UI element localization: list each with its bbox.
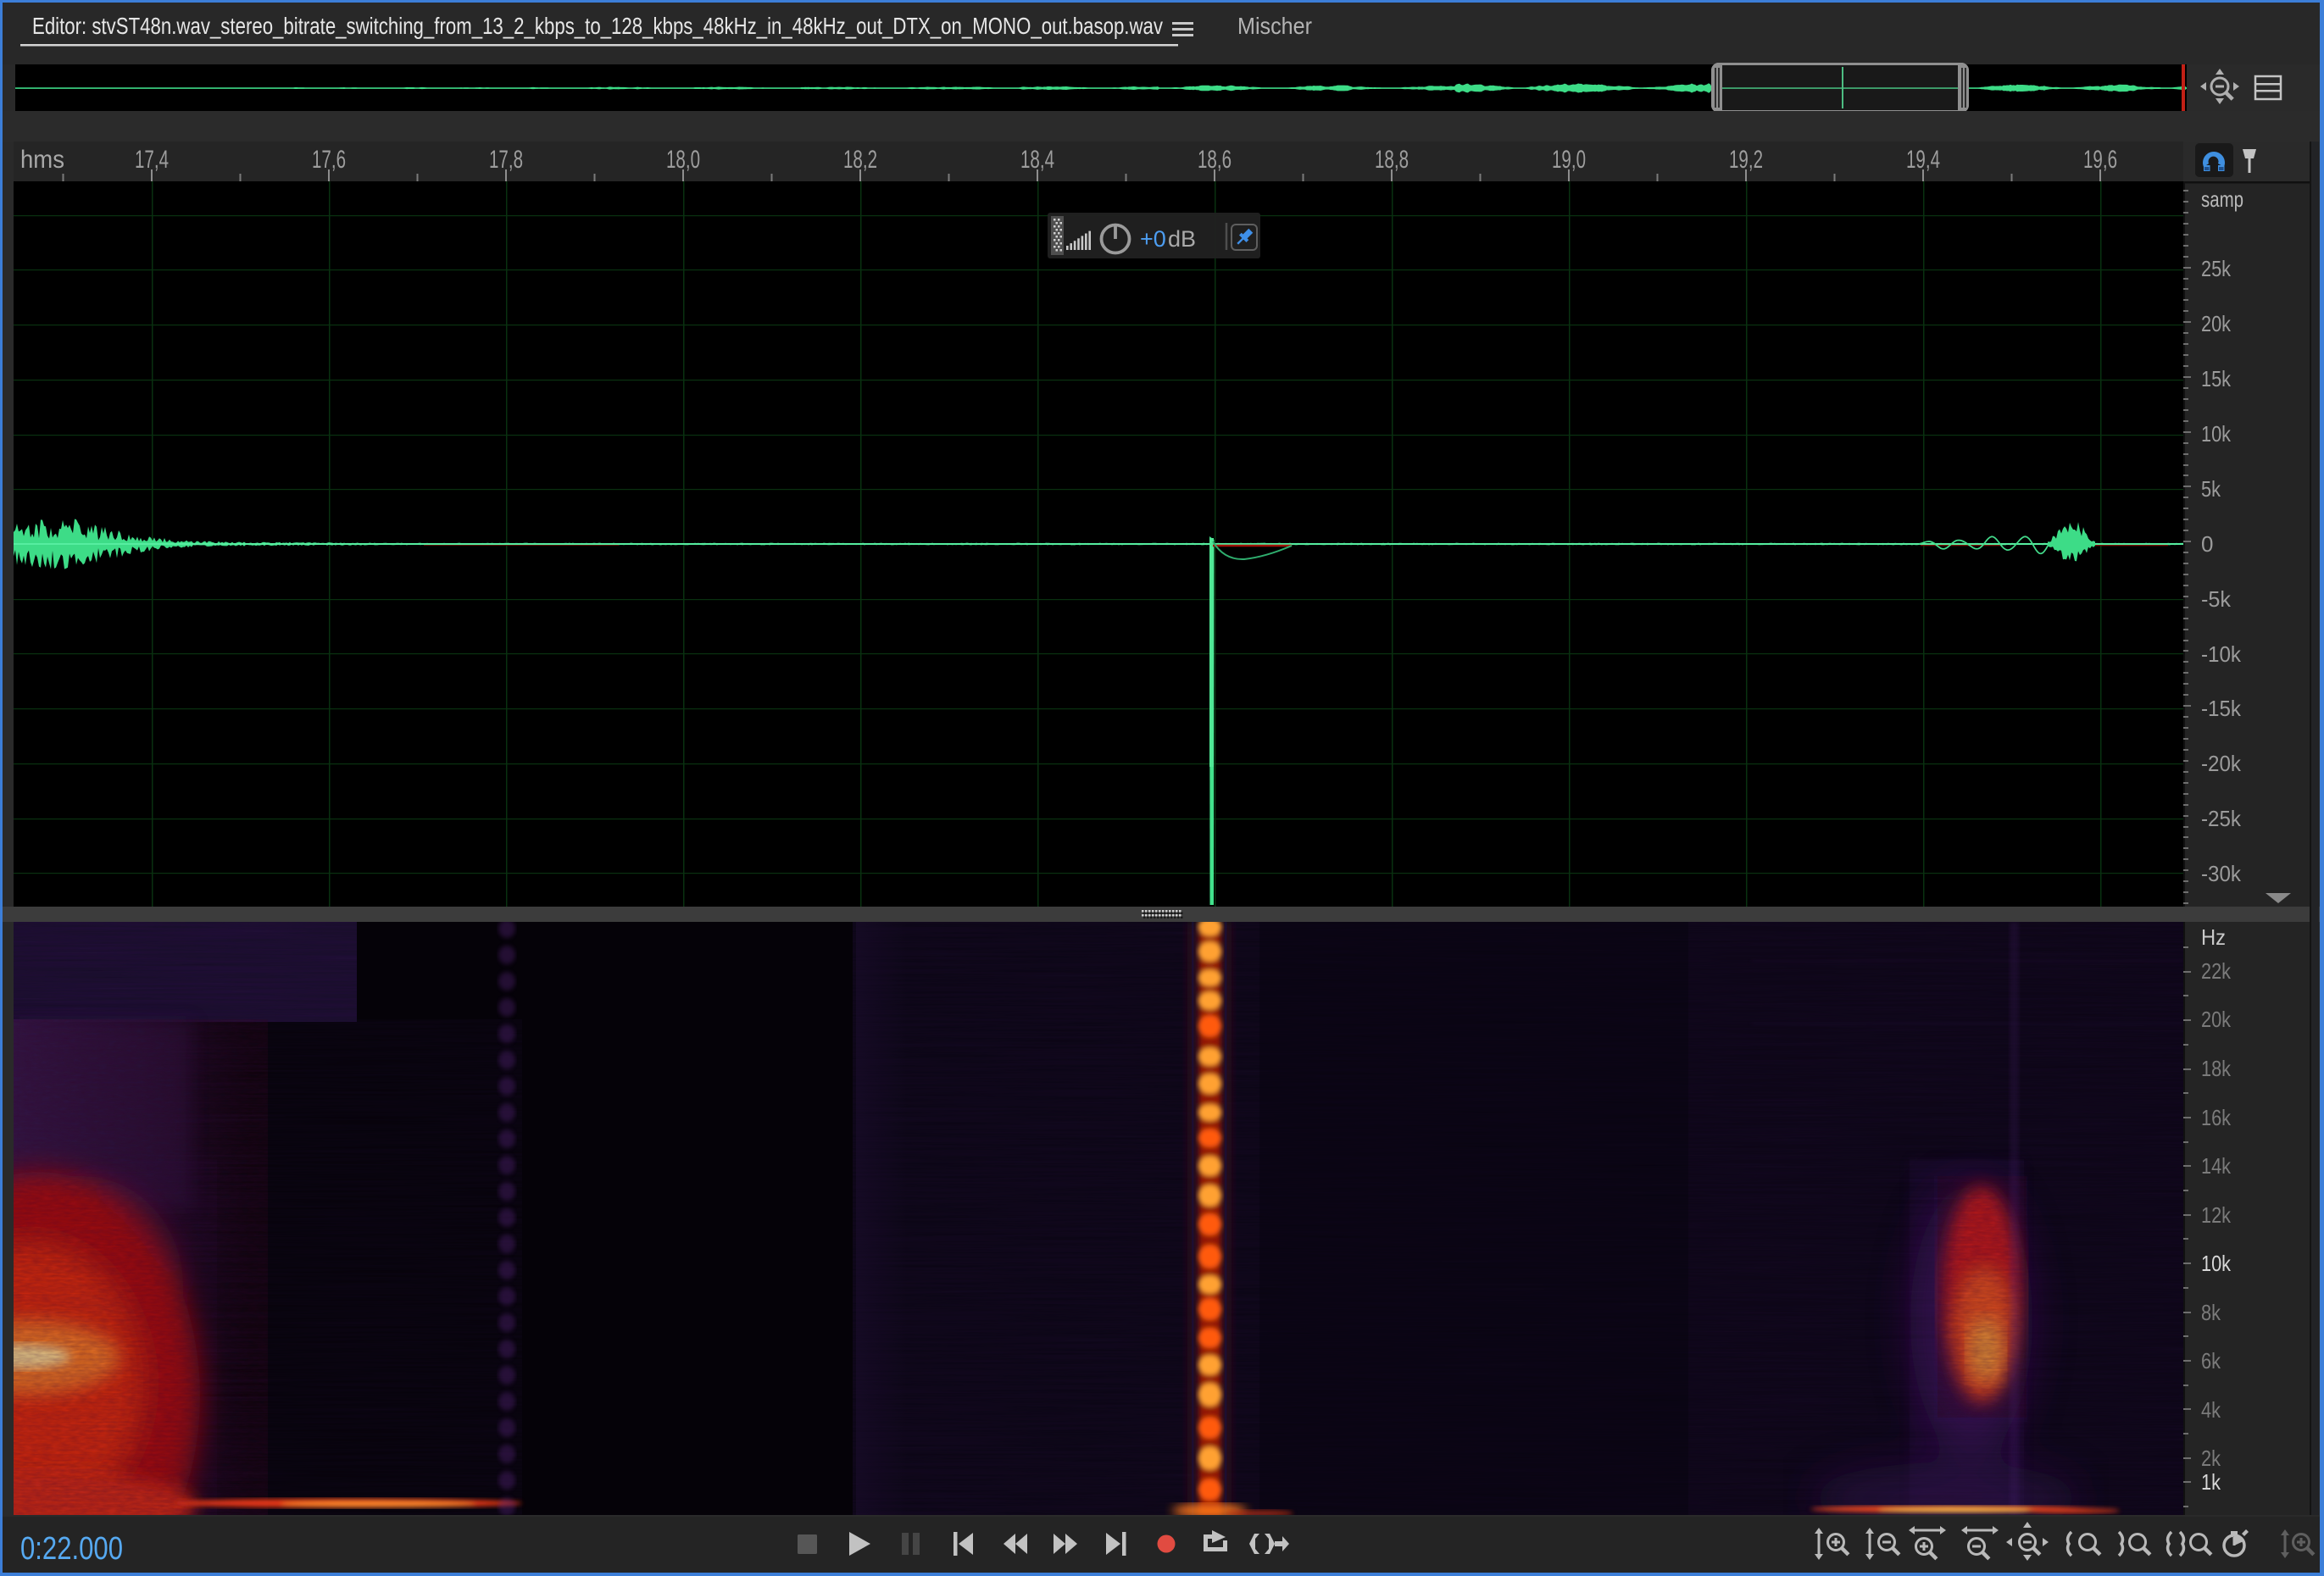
svg-text:Editor: stvST48n.wav_stereo_bi: Editor: stvST48n.wav_stereo_bitrate_swit… [32, 13, 1163, 39]
svg-text:+0: +0 [1140, 226, 1166, 252]
svg-text:Mischer: Mischer [1237, 13, 1312, 39]
svg-text:dB: dB [1168, 226, 1196, 252]
svg-text:2k: 2k [2201, 1446, 2221, 1471]
svg-text:20k: 20k [2201, 311, 2232, 336]
svg-text:4k: 4k [2201, 1397, 2221, 1423]
svg-text:0: 0 [2201, 531, 2213, 557]
svg-text:-10k: -10k [2201, 641, 2242, 667]
svg-text:22k: 22k [2201, 958, 2232, 984]
svg-text:12k: 12k [2201, 1202, 2232, 1228]
svg-text:16k: 16k [2201, 1105, 2232, 1130]
svg-text:5k: 5k [2201, 476, 2221, 502]
svg-text:10k: 10k [2201, 421, 2232, 447]
svg-text:-15k: -15k [2201, 696, 2242, 721]
svg-text:14k: 14k [2201, 1153, 2232, 1179]
svg-text:10k: 10k [2201, 1251, 2232, 1276]
svg-text:-25k: -25k [2201, 806, 2242, 831]
svg-text:15k: 15k [2201, 366, 2232, 391]
svg-text:20k: 20k [2201, 1007, 2232, 1032]
svg-text:0:22.000: 0:22.000 [20, 1531, 123, 1567]
svg-text:-5k: -5k [2201, 586, 2232, 612]
svg-text:6k: 6k [2201, 1348, 2221, 1373]
svg-text:-20k: -20k [2201, 751, 2242, 776]
svg-text:-30k: -30k [2201, 861, 2242, 886]
svg-text:8k: 8k [2201, 1300, 2221, 1325]
svg-text:18k: 18k [2201, 1056, 2232, 1081]
svg-text:Hz: Hz [2201, 924, 2226, 950]
svg-text:samp: samp [2201, 186, 2243, 212]
svg-text:25k: 25k [2201, 256, 2232, 281]
svg-text:1k: 1k [2201, 1469, 2221, 1495]
svg-text:hms: hms [20, 146, 64, 174]
